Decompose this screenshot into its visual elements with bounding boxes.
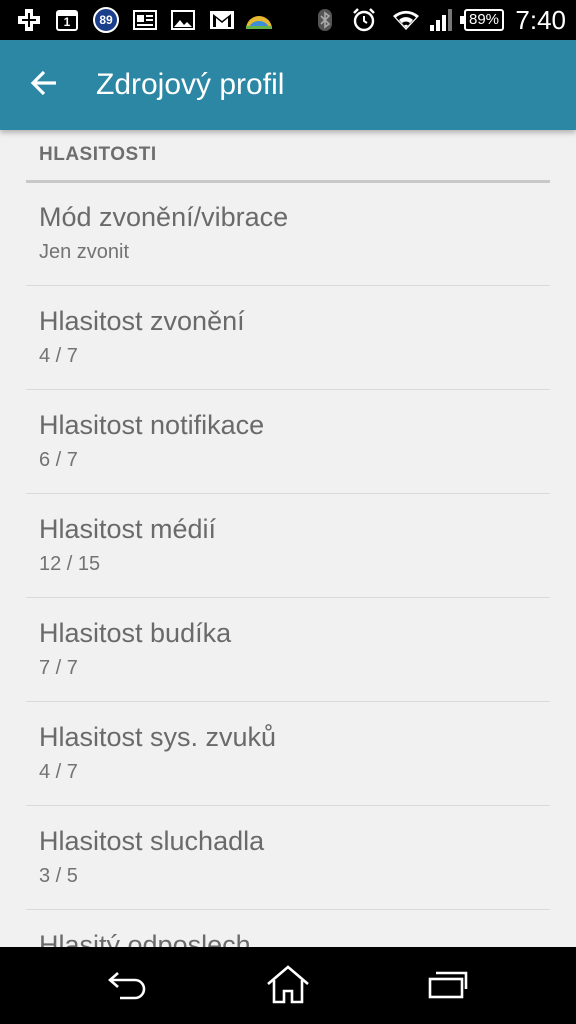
calendar-icon: 1 — [54, 8, 80, 32]
item-title: Hlasitost sluchadla — [39, 826, 265, 856]
battery-icon: 89% — [460, 9, 504, 31]
badge-89-icon: 89 — [92, 7, 120, 33]
arrow-left-icon — [29, 69, 59, 101]
preference-list: Mód zvonění/vibrace Jen zvonit Hlasitost… — [26, 182, 550, 947]
pref-ringer-mode[interactable]: Mód zvonění/vibrace Jen zvonit — [26, 182, 550, 286]
item-summary: Jen zvonit — [39, 241, 130, 263]
back-button[interactable] — [18, 61, 70, 109]
item-title: Hlasitost médií — [39, 514, 217, 544]
item-summary: 12 / 15 — [39, 553, 101, 575]
pref-media-volume[interactable]: Hlasitost médií 12 / 15 — [26, 494, 550, 598]
item-title: Mód zvonění/vibrace — [39, 202, 289, 232]
item-title: Hlasitost budíka — [39, 618, 232, 648]
recent-apps-icon — [427, 968, 469, 1004]
status-bar: 1 89 89% 7:40 — [0, 0, 576, 40]
wifi-icon — [392, 8, 420, 32]
pref-speakerphone[interactable]: Hlasitý odposlech — [26, 910, 550, 947]
nav-back-button[interactable] — [88, 959, 168, 1013]
pref-system-volume[interactable]: Hlasitost sys. zvuků 4 / 7 — [26, 702, 550, 806]
status-time: 7:40 — [515, 5, 566, 35]
calendar-day: 1 — [63, 15, 71, 29]
item-summary: 4 / 7 — [39, 761, 78, 783]
gmail-icon — [208, 8, 236, 32]
item-title: Hlasitý odposlech — [39, 930, 251, 947]
alarm-icon — [350, 8, 378, 32]
pref-notification-volume[interactable]: Hlasitost notifikace 6 / 7 — [26, 390, 550, 494]
home-icon — [265, 964, 311, 1008]
item-summary: 7 / 7 — [39, 657, 78, 679]
item-summary: 3 / 5 — [39, 865, 78, 887]
section-header: HLASITOSTI — [26, 130, 550, 183]
item-title: Hlasitost sys. zvuků — [39, 722, 277, 752]
bluetooth-icon — [314, 8, 336, 32]
signal-icon — [428, 8, 454, 32]
app-bar: Zdrojový profil — [0, 40, 576, 130]
image-icon — [170, 8, 196, 32]
add-box-icon — [16, 8, 42, 32]
item-summary: 6 / 7 — [39, 449, 78, 471]
section-header-label: HLASITOSTI — [39, 144, 157, 165]
nav-recent-apps-button[interactable] — [408, 959, 488, 1013]
weather-icon — [244, 8, 274, 32]
pref-ringtone-volume[interactable]: Hlasitost zvonění 4 / 7 — [26, 286, 550, 390]
item-title: Hlasitost notifikace — [39, 410, 265, 440]
settings-content[interactable]: HLASITOSTI Mód zvonění/vibrace Jen zvoni… — [0, 130, 576, 947]
back-icon — [106, 967, 150, 1005]
nav-home-button[interactable] — [248, 959, 328, 1013]
item-title: Hlasitost zvonění — [39, 306, 245, 336]
pref-alarm-volume[interactable]: Hlasitost budíka 7 / 7 — [26, 598, 550, 702]
page-title: Zdrojový profil — [96, 68, 285, 101]
badge-number: 89 — [99, 13, 113, 27]
news-icon — [132, 8, 158, 32]
pref-earpiece-volume[interactable]: Hlasitost sluchadla 3 / 5 — [26, 806, 550, 910]
item-summary: 4 / 7 — [39, 345, 78, 367]
navigation-bar — [0, 947, 576, 1024]
